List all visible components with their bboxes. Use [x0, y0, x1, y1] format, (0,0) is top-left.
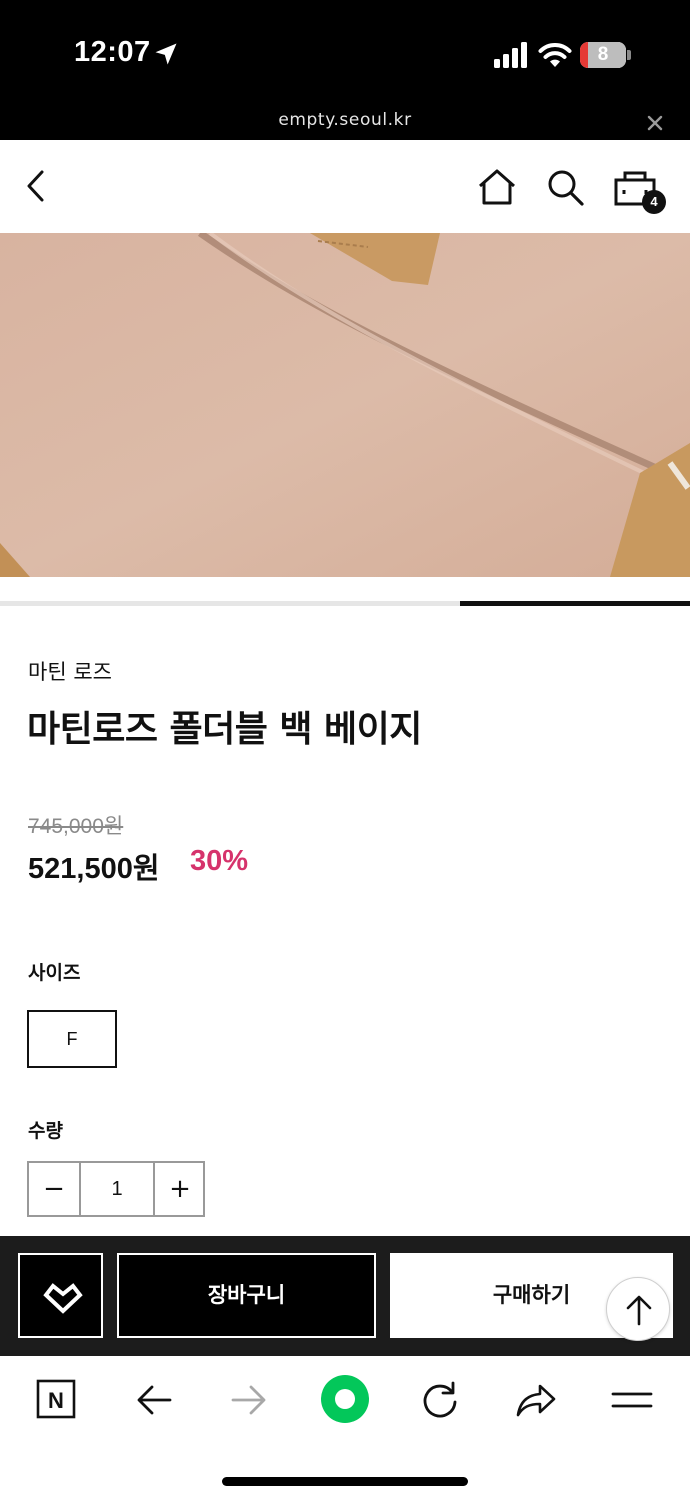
heart-icon: [43, 1283, 83, 1314]
product-image[interactable]: [0, 233, 690, 577]
discount-rate: 30%: [190, 845, 249, 877]
battery-icon: 8: [580, 42, 631, 68]
decrement-button[interactable]: −: [29, 1163, 81, 1215]
location-arrow-icon: [155, 43, 177, 65]
naver-icon[interactable]: N: [35, 1378, 79, 1422]
status-bar: 12:07 8: [0, 0, 690, 104]
quantity-label: 수량: [28, 1120, 63, 1142]
url-text[interactable]: empty.seoul.kr: [0, 110, 690, 130]
product-title: 마틴로즈 폴더블 백 베이지: [27, 709, 422, 750]
size-option-f[interactable]: F: [27, 1010, 117, 1068]
reload-icon[interactable]: [418, 1378, 462, 1422]
gallery-slider-thumb[interactable]: [460, 601, 690, 606]
forward-arrow-icon[interactable]: [227, 1378, 271, 1422]
home-icon[interactable]: [476, 166, 518, 208]
quantity-stepper: − 1 +: [27, 1161, 205, 1217]
product-photo: [0, 233, 690, 577]
brand-name[interactable]: 마틴 로즈: [28, 656, 112, 686]
add-to-cart-button[interactable]: 장바구니: [117, 1253, 376, 1338]
search-icon[interactable]: [544, 166, 586, 208]
green-dot-icon[interactable]: [320, 1374, 370, 1424]
signal-icon: [494, 42, 527, 68]
original-price: 745,000원: [28, 815, 124, 838]
home-indicator[interactable]: [222, 1477, 468, 1486]
sale-price: 521,500원: [28, 853, 160, 885]
scroll-top-button[interactable]: [606, 1277, 670, 1341]
increment-button[interactable]: +: [153, 1163, 205, 1215]
battery-level: 8: [597, 44, 609, 65]
chevron-left-icon[interactable]: [22, 166, 52, 206]
naver-logo-text: N: [48, 1388, 64, 1413]
cart-count-badge: 4: [642, 190, 666, 214]
site-header: [0, 140, 690, 233]
back-arrow-icon[interactable]: [132, 1378, 176, 1422]
size-label: 사이즈: [28, 962, 81, 984]
share-icon[interactable]: [514, 1378, 558, 1422]
arrow-up-icon: [626, 1295, 652, 1326]
wishlist-button[interactable]: [18, 1253, 103, 1338]
url-bar[interactable]: empty.seoul.kr: [0, 104, 690, 140]
purchase-bar: 장바구니 구매하기: [0, 1236, 690, 1356]
menu-icon[interactable]: [610, 1378, 654, 1422]
close-icon[interactable]: [644, 112, 666, 134]
wifi-icon: [538, 43, 572, 67]
quantity-value[interactable]: 1: [81, 1163, 153, 1215]
status-time: 12:07: [74, 36, 151, 68]
